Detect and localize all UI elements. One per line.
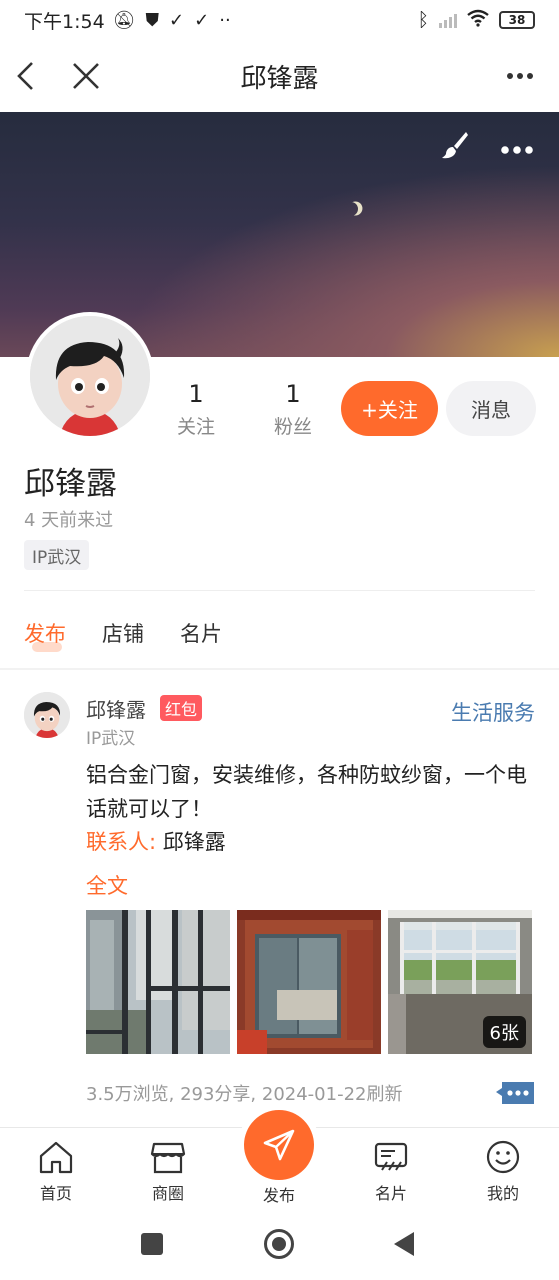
download-done-icon: ✓ — [169, 9, 185, 31]
shield-icon: ⛊ — [145, 9, 160, 31]
last-seen: 4 天前来过 — [24, 510, 114, 531]
moon-image — [342, 200, 360, 218]
more-dots-icon: ·· — [219, 9, 231, 31]
wifi-icon — [467, 9, 489, 32]
publish-label: 发布 — [262, 1186, 295, 1205]
back-triangle-icon[interactable] — [394, 1232, 414, 1256]
profile-name: 邱锋露 — [24, 466, 117, 502]
download-done-icon: ✓ — [194, 9, 210, 31]
red-packet-badge: 红包 — [160, 695, 203, 721]
nav-business[interactable]: 商圈 — [128, 1140, 208, 1204]
more-icon[interactable] — [500, 58, 540, 94]
post-ip-location: IP武汉 — [86, 729, 136, 749]
tab-card[interactable]: 名片 — [180, 618, 222, 648]
profile-tabs: 发布 店铺 名片 — [24, 618, 222, 652]
tab-publish[interactable]: 发布 — [24, 618, 66, 652]
status-bar: 下午1:54 🔕︎ ⛊ ✓ ✓ ·· ᛒ 38 — [0, 0, 559, 40]
store-icon — [150, 1142, 186, 1174]
post-body-text: 铝合金门窗，安装维修，各种防蚊纱窗，一个电话就可以了！ — [86, 763, 527, 821]
post-photo[interactable] — [237, 910, 381, 1054]
post-category-link[interactable]: 生活服务 — [451, 697, 535, 727]
nav-mine[interactable]: 我的 — [463, 1140, 543, 1204]
follow-button[interactable]: +关注 — [341, 381, 438, 436]
status-time: 下午1:54 — [24, 10, 105, 33]
post-stats: 3.5万浏览, 293分享, 2024-01-22刷新 — [86, 1084, 403, 1105]
more-icon[interactable] — [500, 140, 534, 159]
system-nav-bar — [0, 1213, 559, 1280]
avatar-illustration — [24, 692, 70, 738]
photo-count-badge: 6张 — [482, 1016, 526, 1048]
following-stat[interactable]: 1 关注 — [156, 380, 236, 439]
brush-icon[interactable] — [440, 130, 470, 164]
home-circle-icon[interactable] — [264, 1229, 294, 1259]
card-icon — [374, 1142, 408, 1171]
paper-plane-icon — [263, 1129, 295, 1161]
comment-icon[interactable] — [496, 1080, 536, 1108]
post-author-name[interactable]: 邱锋露 — [86, 694, 146, 723]
page-title: 邱锋露 — [240, 64, 319, 94]
avatar-illustration — [30, 316, 150, 436]
home-icon — [39, 1141, 73, 1174]
divider — [24, 590, 535, 591]
followers-label: 粉丝 — [273, 416, 312, 438]
nav-card[interactable]: 名片 — [351, 1140, 431, 1204]
contact-name: 邱锋露 — [162, 830, 226, 854]
ip-location-tag: IP武汉 — [24, 540, 90, 570]
tab-shop[interactable]: 店铺 — [102, 618, 144, 648]
full-text-link[interactable]: 全文 — [86, 870, 128, 900]
message-button[interactable]: 消息 — [446, 381, 536, 436]
contact-label: 联系人: — [86, 830, 157, 854]
publish-button[interactable] — [244, 1110, 314, 1180]
post-photo[interactable] — [86, 910, 230, 1054]
post-author-avatar[interactable] — [24, 692, 70, 738]
bluetooth-icon: ᛒ — [417, 9, 429, 31]
following-label: 关注 — [176, 416, 215, 438]
signal-icon — [439, 12, 457, 28]
battery-icon: 38 — [499, 11, 535, 29]
post-photo[interactable]: 6张 — [388, 910, 532, 1054]
smile-icon — [486, 1140, 520, 1174]
followers-stat[interactable]: 1 粉丝 — [253, 380, 333, 439]
top-bar: 邱锋露 — [0, 40, 559, 112]
followers-count: 1 — [285, 380, 301, 408]
following-count: 1 — [188, 380, 204, 408]
post-contact: 联系人: 邱锋露 — [86, 826, 226, 856]
mute-icon: 🔕︎ — [112, 9, 136, 31]
recents-icon[interactable] — [141, 1233, 163, 1255]
divider — [0, 668, 559, 670]
nav-home[interactable]: 首页 — [16, 1140, 96, 1204]
avatar[interactable] — [26, 312, 154, 440]
